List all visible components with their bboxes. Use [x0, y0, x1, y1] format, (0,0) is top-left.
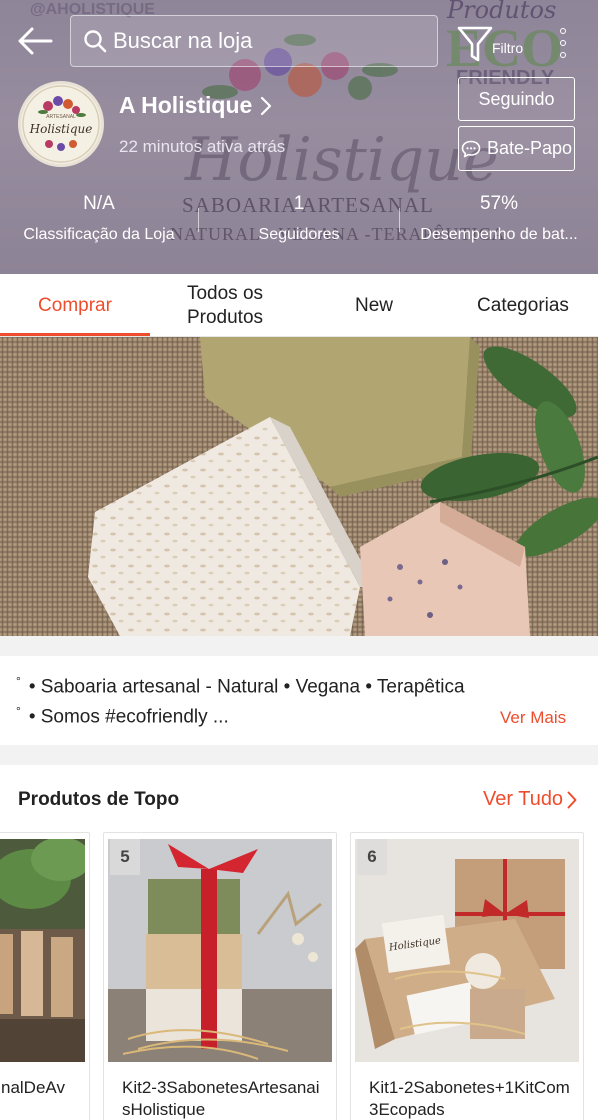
- tab-categories[interactable]: Categorias: [448, 274, 598, 337]
- search-input[interactable]: [113, 28, 413, 54]
- banner-soap-image: [0, 337, 598, 636]
- stat-rating[interactable]: N/A Classificação da Loja: [0, 190, 198, 244]
- follow-button[interactable]: Seguindo: [458, 77, 575, 121]
- product-card[interactable]: 5 Kit2-3SabonetesArtesanaisHolistique: [103, 832, 337, 1120]
- svg-text:ARTESANAL: ARTESANAL: [46, 114, 76, 120]
- more-options-button[interactable]: [552, 24, 574, 62]
- rank-badge: 6: [357, 839, 387, 875]
- search-icon: [84, 30, 107, 53]
- product-card[interactable]: Holistique 6 Kit1-2Sabonetes+1KitCom3Eco…: [350, 832, 584, 1120]
- arrow-left-icon: [18, 27, 53, 55]
- filter-label: Filtro: [492, 40, 524, 56]
- active-tab-indicator: [0, 333, 150, 336]
- shop-avatar[interactable]: ARTESANAL Holistique: [18, 81, 104, 167]
- svg-text:Holistique: Holistique: [184, 125, 498, 195]
- tab-new[interactable]: New: [300, 274, 448, 337]
- description-text: • Saboaria artesanal - Natural • Vegana …: [28, 676, 465, 698]
- description-line-1: ° • Saboaria artesanal - Natural • Vegana…: [16, 674, 465, 698]
- description-text: • Somos #ecofriendly ...: [28, 706, 229, 728]
- svg-text:Holistique: Holistique: [29, 122, 93, 136]
- chevron-right-icon: [260, 96, 272, 116]
- section-title: Produtos de Topo: [18, 789, 180, 810]
- shop-header: @AHOLISTIQUE Holistique SABOARIA ARTESAN…: [0, 0, 598, 274]
- chat-bubble-icon: [461, 140, 481, 158]
- product-name: nalDeAv: [1, 1078, 65, 1097]
- description-bullet-mark: °: [16, 704, 21, 718]
- chat-button[interactable]: Bate-Papo: [458, 126, 575, 171]
- active-status: 22 minutos ativa atrás: [119, 137, 286, 156]
- product-name: Kit2-3SabonetesArtesanaisHolistique: [122, 1078, 320, 1119]
- description-bullet-mark: °: [16, 674, 21, 688]
- top-bar: Filtro: [0, 0, 598, 84]
- shop-tabs: Comprar Todos os Produtos New Categorias: [0, 274, 598, 337]
- stat-label: Seguidores: [258, 226, 340, 243]
- product-name: Kit1-2Sabonetes+1KitCom3Ecopads: [369, 1078, 570, 1119]
- description-line-2: ° • Somos #ecofriendly ...: [16, 704, 229, 728]
- product-card[interactable]: nalDeAv: [0, 832, 90, 1120]
- stat-chat-performance[interactable]: 57% Desempenho de bat...: [400, 190, 598, 244]
- funnel-icon: [457, 26, 493, 62]
- tab-all-products[interactable]: Todos os Produtos: [150, 274, 300, 337]
- product-image: Holistique: [355, 839, 579, 1062]
- shop-description: ° • Saboaria artesanal - Natural • Vegana…: [0, 656, 598, 745]
- top-products-section: Produtos de Topo Ver Tudo nalDeAv 5 Kit2…: [0, 765, 598, 1120]
- chat-label: Bate-Papo: [486, 138, 573, 158]
- see-more-link[interactable]: Ver Mais: [500, 708, 566, 728]
- filter-button[interactable]: Filtro: [456, 24, 534, 68]
- stat-value: N/A: [83, 193, 115, 214]
- shop-name-link[interactable]: A Holistique: [119, 92, 272, 119]
- stat-value: 1: [293, 193, 305, 214]
- stat-label: Desempenho de bat...: [420, 226, 578, 243]
- dot-icon: [560, 28, 566, 34]
- tab-comprar[interactable]: Comprar: [0, 274, 150, 337]
- rank-badge: 5: [110, 839, 140, 875]
- dot-icon: [560, 52, 566, 58]
- product-image: [108, 839, 332, 1062]
- shop-stats: N/A Classificação da Loja 1 Seguidores 5…: [0, 190, 598, 260]
- shop-banner[interactable]: [0, 337, 598, 636]
- shop-logo: ARTESANAL Holistique: [22, 85, 100, 163]
- see-all-link[interactable]: Ver Tudo: [483, 788, 577, 811]
- chevron-right-icon: [567, 791, 577, 809]
- product-image: [0, 839, 85, 1062]
- search-bar[interactable]: [70, 15, 438, 67]
- stat-label: Classificação da Loja: [23, 226, 175, 243]
- back-button[interactable]: [14, 20, 56, 62]
- stat-followers[interactable]: 1 Seguidores: [199, 190, 399, 244]
- dot-icon: [560, 40, 566, 46]
- stat-value: 57%: [479, 193, 519, 214]
- see-all-label: Ver Tudo: [483, 788, 564, 810]
- shop-name: A Holistique: [119, 92, 253, 118]
